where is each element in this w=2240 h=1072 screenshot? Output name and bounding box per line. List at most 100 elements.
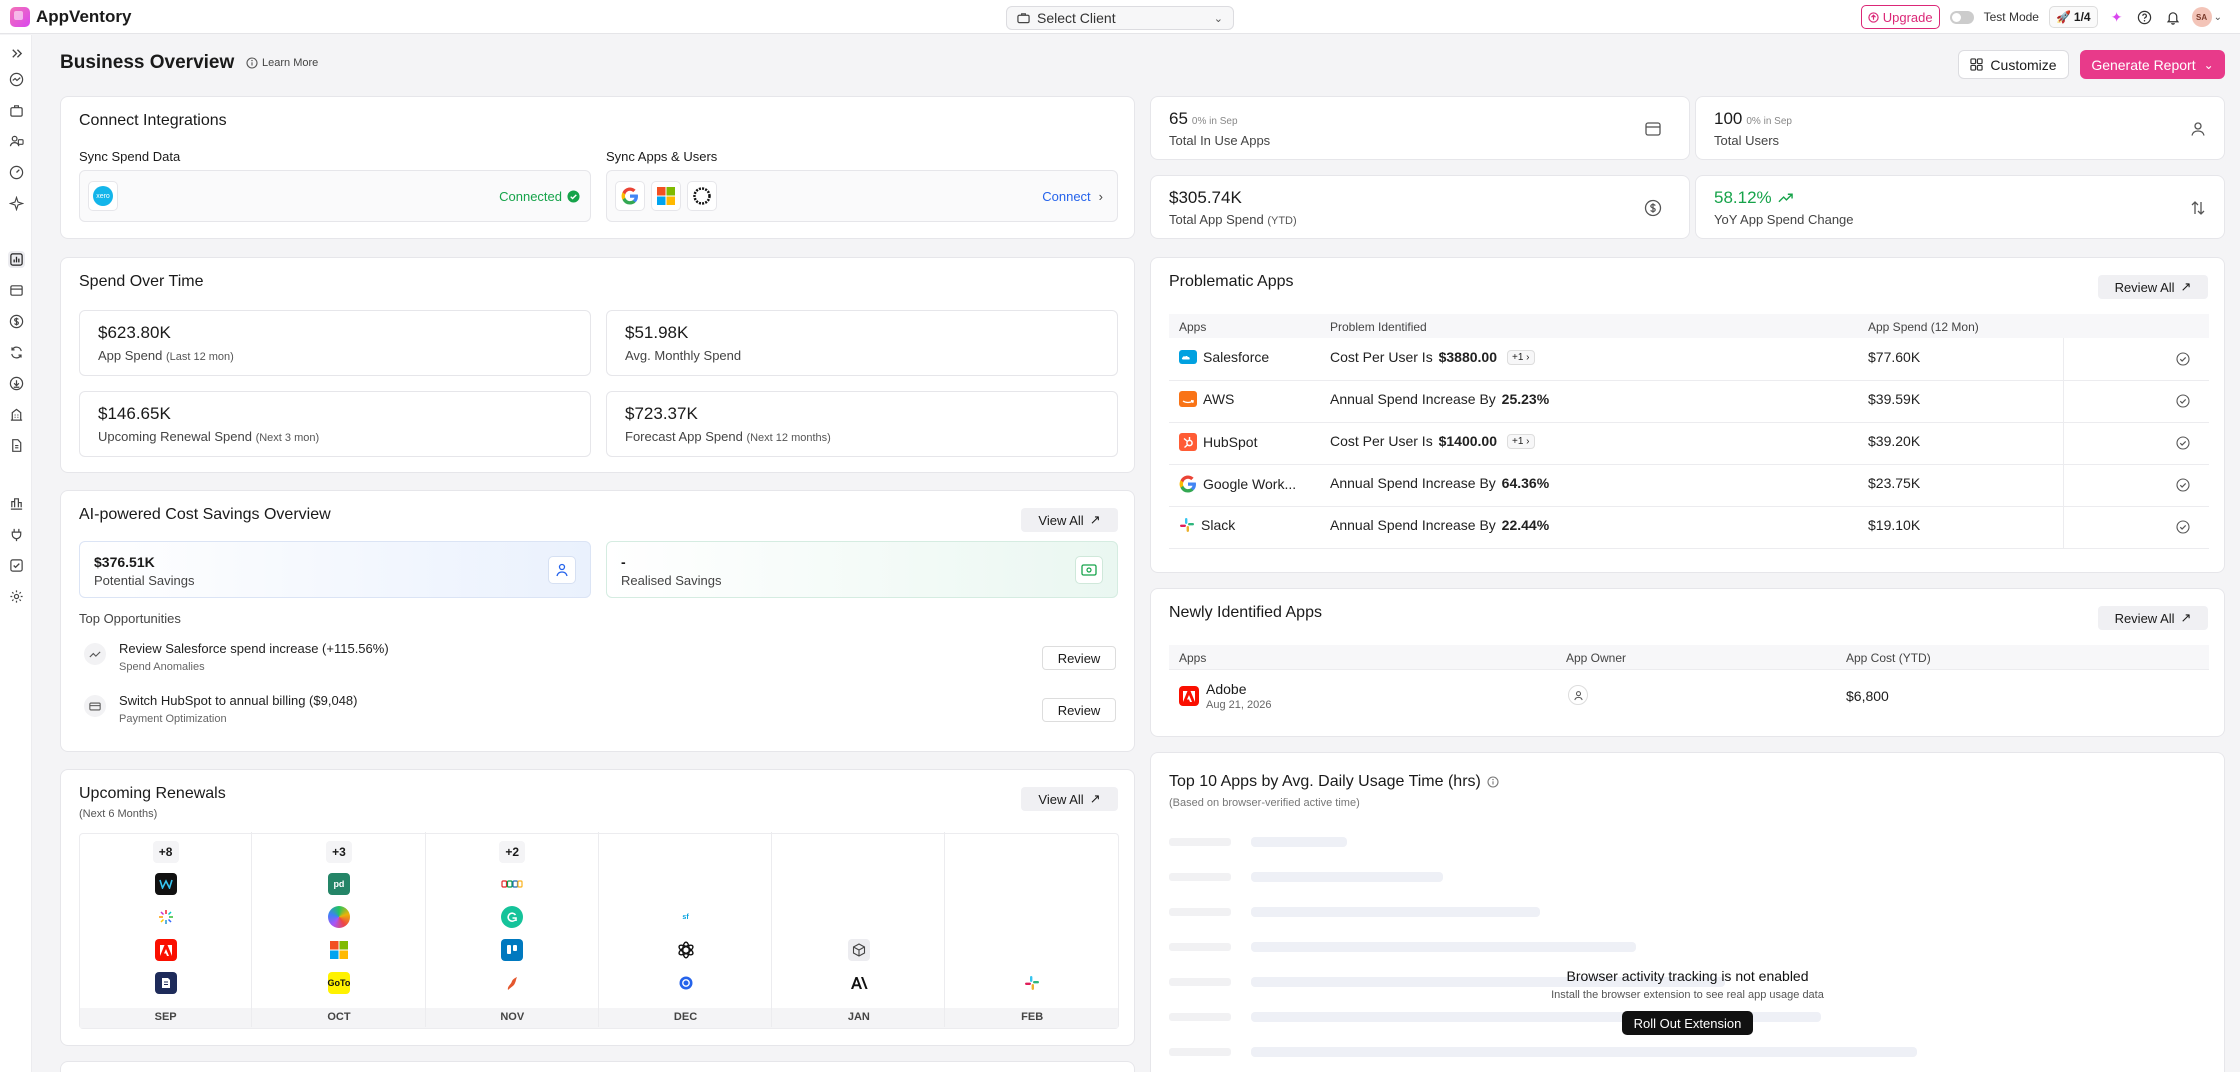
grammarly-logo-icon[interactable] [501, 906, 524, 928]
doc-app-logo-icon[interactable] [154, 972, 177, 994]
generate-report-button[interactable]: Generate Report ⌄ [2080, 50, 2225, 79]
webex-logo-icon[interactable] [154, 873, 177, 895]
app-name: Slack [1201, 517, 1236, 533]
onboarding-progress[interactable]: 🚀 1/4 [2048, 6, 2098, 28]
test-mode-toggle[interactable] [1949, 10, 1974, 24]
stat-in-use-apps: 65 0% in Sep Total In Use Apps [1150, 96, 1690, 160]
download-icon[interactable] [8, 375, 25, 392]
upgrade-button[interactable]: Upgrade [1860, 5, 1940, 29]
spend-cell: $19.10K [1868, 517, 1921, 533]
ai-sparkle-icon[interactable]: ✦ [2108, 8, 2126, 26]
resolve-check-icon[interactable] [2176, 520, 2190, 534]
owner-placeholder-icon[interactable] [1568, 685, 1588, 705]
problem-cell: Annual Spend Increase By 25.23% [1330, 391, 1549, 407]
app-date: Aug 21, 2026 [1206, 699, 1272, 711]
expand-sidebar-icon[interactable] [8, 45, 25, 62]
newly-review-all-label: Review All [2114, 610, 2175, 626]
apps-window-icon[interactable] [8, 282, 25, 299]
newly-review-all-button[interactable]: Review All ↗ [2098, 606, 2208, 630]
problem-cell: Annual Spend Increase By 22.44% [1330, 517, 1549, 533]
zoho-logo-icon[interactable] [501, 873, 524, 895]
savings-view-all-button[interactable]: View All ↗ [1021, 508, 1118, 532]
brand[interactable]: AppVentory [10, 7, 131, 27]
usage-card: Top 10 Apps by Avg. Daily Usage Time (hr… [1150, 752, 2225, 1072]
more-renewals-count[interactable]: +2 [499, 841, 526, 863]
client-select[interactable]: Select Client ⌄ [1006, 6, 1234, 30]
document-icon[interactable] [8, 437, 25, 454]
reports-icon[interactable] [8, 251, 25, 268]
more-problems-pill[interactable]: +1 › [1507, 433, 1535, 449]
more-renewals-count[interactable]: +8 [152, 841, 179, 863]
bank-icon[interactable] [8, 495, 25, 512]
spend-cell: $39.59K [1868, 391, 1921, 407]
potential-savings-box: $376.51K Potential Savings [79, 541, 591, 598]
resolve-check-icon[interactable] [2176, 436, 2190, 450]
chevron-right-icon: › [1098, 189, 1103, 204]
microsoft-logo-icon[interactable] [327, 939, 350, 961]
info-icon[interactable] [1487, 776, 1499, 788]
users-icon[interactable] [8, 133, 25, 150]
settings-gear-icon[interactable] [8, 588, 25, 605]
problem-value: $1400.00 [1438, 433, 1497, 449]
col-owner: App Owner [1566, 651, 1627, 665]
building-icon[interactable] [8, 406, 25, 423]
stat-in-use-value: 65 0% in Sep [1169, 109, 1238, 129]
problem-cell: Cost Per User Is $1400.00 +1 › [1330, 433, 1535, 449]
anthropic-logo-icon[interactable] [847, 972, 870, 994]
app-cell: Salesforce [1179, 349, 1269, 365]
more-problems-pill[interactable]: +1 › [1507, 349, 1535, 365]
more-renewals-count[interactable]: +3 [325, 841, 352, 863]
sync-spend-title: Sync Spend Data [79, 149, 181, 164]
connect-link[interactable]: Connect › [1042, 189, 1103, 204]
potential-savings-label: Potential Savings [94, 573, 195, 588]
user-menu[interactable]: SA ⌄ [2191, 7, 2222, 27]
renewal-icon[interactable] [8, 344, 25, 361]
metric-forecast: $723.37K Forecast App Spend (Next 12 mon… [606, 391, 1118, 457]
spend-cell: $77.60K [1868, 349, 1921, 365]
app-name: Adobe [1206, 681, 1247, 697]
openai-logo-icon[interactable] [674, 939, 697, 961]
adobe-logo-icon[interactable] [154, 939, 177, 961]
hubspot-logo-icon [1179, 433, 1197, 451]
connect-label: Connect [1042, 189, 1091, 204]
app-name: Salesforce [1203, 349, 1270, 365]
sparkle-icon[interactable] [8, 195, 25, 212]
dollar-icon[interactable] [8, 313, 25, 330]
renewal-month-column [772, 832, 946, 1027]
opportunity-review-button[interactable]: Review [1042, 646, 1116, 670]
pandadoc-logo-icon[interactable]: pd [327, 873, 350, 895]
customize-button[interactable]: Customize [1958, 50, 2069, 79]
learn-more-link[interactable]: Learn More [246, 57, 318, 69]
slack-logo-icon[interactable] [1021, 972, 1044, 994]
roll-out-extension-button[interactable]: Roll Out Extension [1622, 1011, 1753, 1035]
flame-logo-icon[interactable] [501, 972, 524, 994]
checklist-icon[interactable] [8, 557, 25, 574]
resolve-check-icon[interactable] [2176, 478, 2190, 492]
arrow-up-right-icon: ↗ [2180, 610, 2192, 625]
problematic-review-all-button[interactable]: Review All ↗ [2098, 275, 2208, 299]
goto-logo-icon[interactable]: GoTo [328, 972, 350, 994]
renewals-view-all-button[interactable]: View All ↗ [1021, 787, 1118, 811]
stat-in-use-number: 65 [1169, 109, 1188, 128]
bell-icon[interactable] [2164, 8, 2182, 26]
stat-in-use-label: Total In Use Apps [1169, 133, 1271, 148]
pinwheel-logo-icon[interactable] [154, 906, 177, 928]
salesforce-logo-icon[interactable]: sf [674, 906, 697, 928]
help-icon[interactable] [2136, 8, 2154, 26]
gauge-icon[interactable] [8, 164, 25, 181]
circle-app-logo-icon[interactable] [674, 972, 697, 994]
arrow-up-right-icon: ↗ [1089, 512, 1101, 527]
metric-avg-monthly-value: $51.98K [625, 323, 689, 342]
dashboard-icon[interactable] [8, 71, 25, 88]
briefcase-icon[interactable] [8, 102, 25, 119]
fig-gradient-logo-icon[interactable] [327, 906, 350, 928]
trello-logo-icon[interactable] [501, 939, 524, 961]
resolve-check-icon[interactable] [2176, 352, 2190, 366]
opportunity-review-button[interactable]: Review [1042, 698, 1116, 722]
connected-label: Connected [499, 189, 562, 204]
google-logo [615, 181, 645, 211]
box-logo-icon[interactable] [847, 939, 870, 961]
resolve-check-icon[interactable] [2176, 394, 2190, 408]
realised-savings-value: - [621, 554, 626, 570]
plug-icon[interactable] [8, 526, 25, 543]
